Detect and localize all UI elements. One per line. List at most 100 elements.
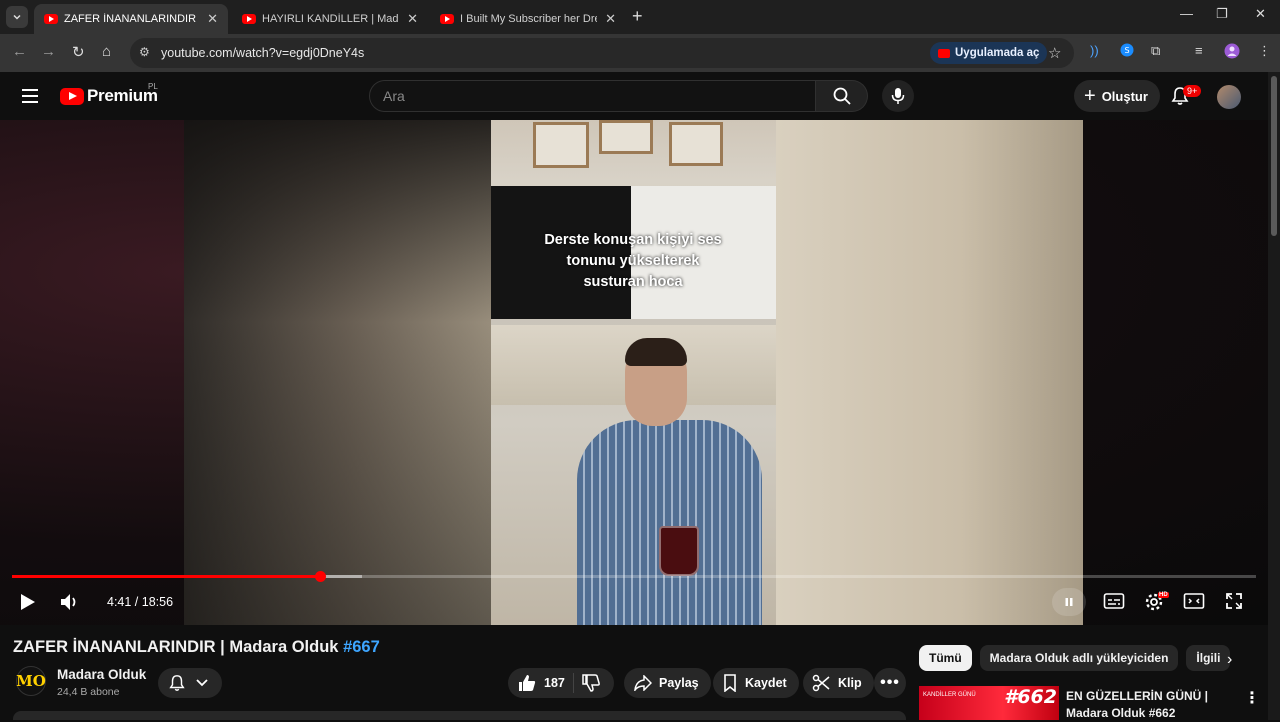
bookmark-star-icon[interactable]: ☆	[1048, 44, 1061, 62]
browser-tab-3[interactable]: I Built My Subscriber her Dream ✕	[430, 4, 626, 34]
search-button[interactable]	[816, 80, 868, 112]
tab-title: ZAFER İNANANLARINDIR | Madara Olduk	[64, 13, 199, 25]
like-button[interactable]: 187	[518, 674, 565, 692]
reload-icon[interactable]: ↻	[72, 43, 85, 61]
description-box[interactable]	[13, 711, 906, 720]
search-input[interactable]	[383, 88, 803, 104]
scrubber-handle[interactable]	[314, 571, 326, 582]
tab-title: HAYIRLI KANDİLLER | Madara Olduk	[262, 13, 399, 25]
restore-icon[interactable]: ❐	[1216, 6, 1228, 22]
scrollbar-thumb[interactable]	[1271, 76, 1277, 236]
channel-name[interactable]: Madara Olduk	[57, 667, 146, 682]
youtube-favicon-icon	[440, 14, 454, 24]
dislike-button[interactable]	[582, 674, 600, 692]
scissors-icon	[812, 674, 830, 692]
subtitles-button[interactable]	[1103, 592, 1125, 610]
subscription-notifications-button[interactable]	[158, 668, 222, 698]
youtube-premium-logo[interactable]: Premium PL	[60, 82, 158, 106]
channel-avatar[interactable]: MO	[16, 666, 46, 696]
tea-glass	[659, 526, 699, 576]
back-icon[interactable]: ←	[12, 43, 27, 60]
close-icon[interactable]: ✕	[207, 11, 218, 27]
fullscreen-icon	[1226, 593, 1242, 609]
progress-bar[interactable]	[12, 571, 1256, 582]
extensions-puzzle-icon[interactable]: ⧉	[1151, 43, 1160, 59]
page-scrollbar[interactable]	[1268, 72, 1280, 720]
extension-read-aloud-icon[interactable]: ))	[1090, 43, 1099, 58]
user-avatar[interactable]	[1217, 85, 1241, 109]
chip-related[interactable]: İlgili	[1186, 645, 1231, 671]
window-close-icon[interactable]: ✕	[1255, 6, 1266, 22]
thumbs-up-icon	[519, 675, 536, 691]
svg-text:S: S	[1124, 46, 1129, 55]
browser-tab-2[interactable]: HAYIRLI KANDİLLER | Madara Olduk ✕	[232, 4, 428, 34]
play-button[interactable]	[16, 590, 40, 614]
close-icon[interactable]: ✕	[407, 11, 418, 27]
reading-list-icon[interactable]: ≡	[1195, 43, 1203, 58]
clip-button[interactable]: Klip	[803, 668, 874, 698]
bookmark-icon	[724, 674, 736, 692]
chip-from-uploader[interactable]: Madara Olduk adlı yükleyiciden	[979, 645, 1179, 671]
plus-icon: +	[1084, 84, 1096, 107]
video-hashtag[interactable]: #667	[343, 638, 380, 656]
bell-icon	[169, 675, 185, 691]
chevron-down-icon	[13, 14, 21, 20]
video-blur-left	[184, 120, 491, 625]
video-title: ZAFER İNANANLARINDIR | Madara Olduk #667	[13, 638, 380, 657]
save-button[interactable]: Kaydet	[713, 668, 799, 698]
related-filter-chips: Tümü Madara Olduk adlı yükleyiciden İlgi…	[919, 645, 1238, 671]
thumbnail-number: #662	[1004, 686, 1057, 708]
extension-shazam-icon[interactable]: S	[1120, 43, 1134, 57]
address-bar[interactable]: ⚙ youtube.com/watch?v=egdj0DneY4s Uygula…	[130, 38, 1074, 68]
video-player[interactable]: Derste konuşan kişiyi ses tonunu yükselt…	[0, 120, 1268, 625]
volume-icon	[61, 594, 76, 610]
home-icon[interactable]: ⌂	[102, 43, 111, 60]
create-button[interactable]: + Oluştur	[1074, 80, 1160, 112]
tab-search-button[interactable]	[6, 6, 28, 28]
recommended-title[interactable]: EN GÜZELLERİN GÜNÜ | Madara Olduk #662	[1066, 688, 1238, 722]
close-icon[interactable]: ✕	[605, 11, 616, 27]
pause-icon	[1065, 598, 1073, 606]
share-button[interactable]: Paylaş	[624, 668, 711, 698]
wall-frame	[669, 122, 723, 166]
browser-toolbar: ← → ↻ ⌂ ⚙ youtube.com/watch?v=egdj0DneY4…	[0, 34, 1280, 72]
browser-menu-icon[interactable]: ⋮	[1258, 43, 1271, 59]
share-label: Paylaş	[659, 676, 699, 690]
theater-mode-button[interactable]	[1183, 592, 1205, 610]
chip-all[interactable]: Tümü	[919, 645, 972, 671]
person-hair	[625, 338, 687, 366]
hamburger-menu-icon[interactable]	[22, 89, 38, 107]
fullscreen-button[interactable]	[1225, 592, 1243, 610]
caption-line: susturan hoca	[583, 274, 683, 290]
more-actions-button[interactable]: •••	[874, 668, 906, 698]
youtube-favicon-icon	[44, 14, 58, 24]
youtube-icon	[938, 48, 950, 58]
open-in-app-label: Uygulamada aç	[955, 47, 1040, 59]
share-icon	[634, 675, 652, 691]
autoplay-toggle[interactable]	[1052, 588, 1086, 616]
save-label: Kaydet	[745, 676, 787, 690]
divider	[572, 673, 574, 693]
video-content: Derste konuşan kişiyi ses tonunu yükselt…	[491, 120, 776, 625]
voice-search-button[interactable]	[882, 80, 914, 112]
site-settings-icon[interactable]: ⚙	[139, 45, 150, 59]
subtitles-icon	[1103, 593, 1125, 609]
more-vertical-icon[interactable]: ⋮	[1244, 688, 1260, 708]
minimize-icon[interactable]: —	[1180, 6, 1193, 21]
chevron-right-icon[interactable]: ›	[1227, 651, 1232, 669]
recommended-thumbnail[interactable]: KANDİLLER GÜNÜ #662	[919, 686, 1059, 720]
like-count: 187	[544, 676, 565, 690]
forward-icon[interactable]: →	[41, 43, 56, 60]
subscriber-count: 24,4 B abone	[57, 686, 120, 698]
browser-tab-1[interactable]: ZAFER İNANANLARINDIR | Madara Olduk ✕	[34, 4, 228, 34]
new-tab-icon[interactable]: +	[632, 6, 643, 27]
profile-icon[interactable]	[1224, 43, 1240, 59]
play-icon	[21, 594, 35, 610]
person-shirt	[577, 420, 762, 625]
like-dislike-group: 187	[508, 668, 614, 698]
video-caption: Derste konuşan kişiyi ses tonunu yükselt…	[523, 230, 743, 293]
open-in-app-button[interactable]: Uygulamada aç	[930, 42, 1048, 64]
caption-line: Derste konuşan kişiyi ses	[544, 232, 722, 248]
mute-button[interactable]	[58, 590, 82, 614]
theater-mode-icon	[1183, 593, 1205, 609]
